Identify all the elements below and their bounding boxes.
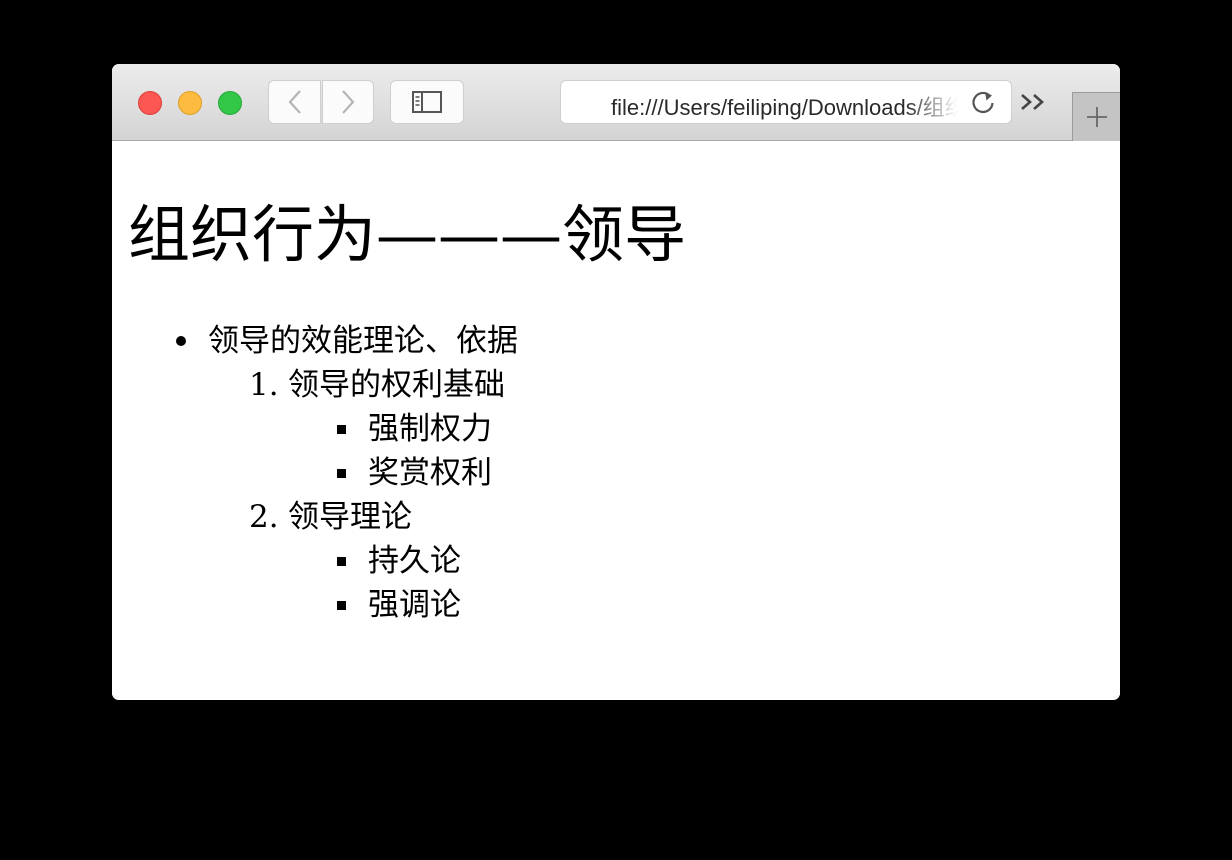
maximize-window-button[interactable] [218,91,242,115]
sidebar-toggle-button[interactable] [390,80,464,124]
back-button[interactable] [268,80,321,124]
chevron-left-icon [288,90,301,114]
list-item: 持久论 [368,543,461,579]
new-tab-button[interactable] [1072,92,1120,141]
section-number: 1. [249,367,279,403]
double-chevron-right-icon[interactable] [1018,88,1050,116]
section-label: 领导的权利基础 [288,367,505,403]
chevron-right-icon [342,90,355,114]
section-label: 领导理论 [288,499,412,535]
plus-icon [1086,107,1107,127]
disc-bullet-icon [176,336,186,346]
minimize-window-button[interactable] [178,91,202,115]
browser-toolbar: file:///Users/feiliping/Downloads/组织行为.h… [112,64,1120,141]
list-item: 奖赏权利 [368,455,492,491]
page-content: 组织行为———领导 领导的效能理论、依据 1. 领导的权利基础 强制权力 奖赏权… [112,141,1120,700]
address-bar[interactable]: file:///Users/feiliping/Downloads/组织行为.h… [560,80,1012,124]
sidebar-icon [412,91,442,113]
browser-window: file:///Users/feiliping/Downloads/组织行为.h… [112,64,1120,700]
list-item: 强制权力 [368,411,492,447]
bullet-item: 领导的效能理论、依据 [208,323,518,359]
square-bullet-icon [337,557,346,566]
address-url-text[interactable]: file:///Users/feiliping/Downloads/组织行为.h… [611,90,957,122]
forward-button[interactable] [322,80,374,124]
reload-icon[interactable] [969,89,997,117]
close-window-button[interactable] [138,91,162,115]
square-bullet-icon [337,601,346,610]
square-bullet-icon [337,425,346,434]
section-number: 2. [249,499,279,535]
list-item: 强调论 [368,587,461,623]
page-title: 组织行为———领导 [128,198,687,271]
square-bullet-icon [337,469,346,478]
